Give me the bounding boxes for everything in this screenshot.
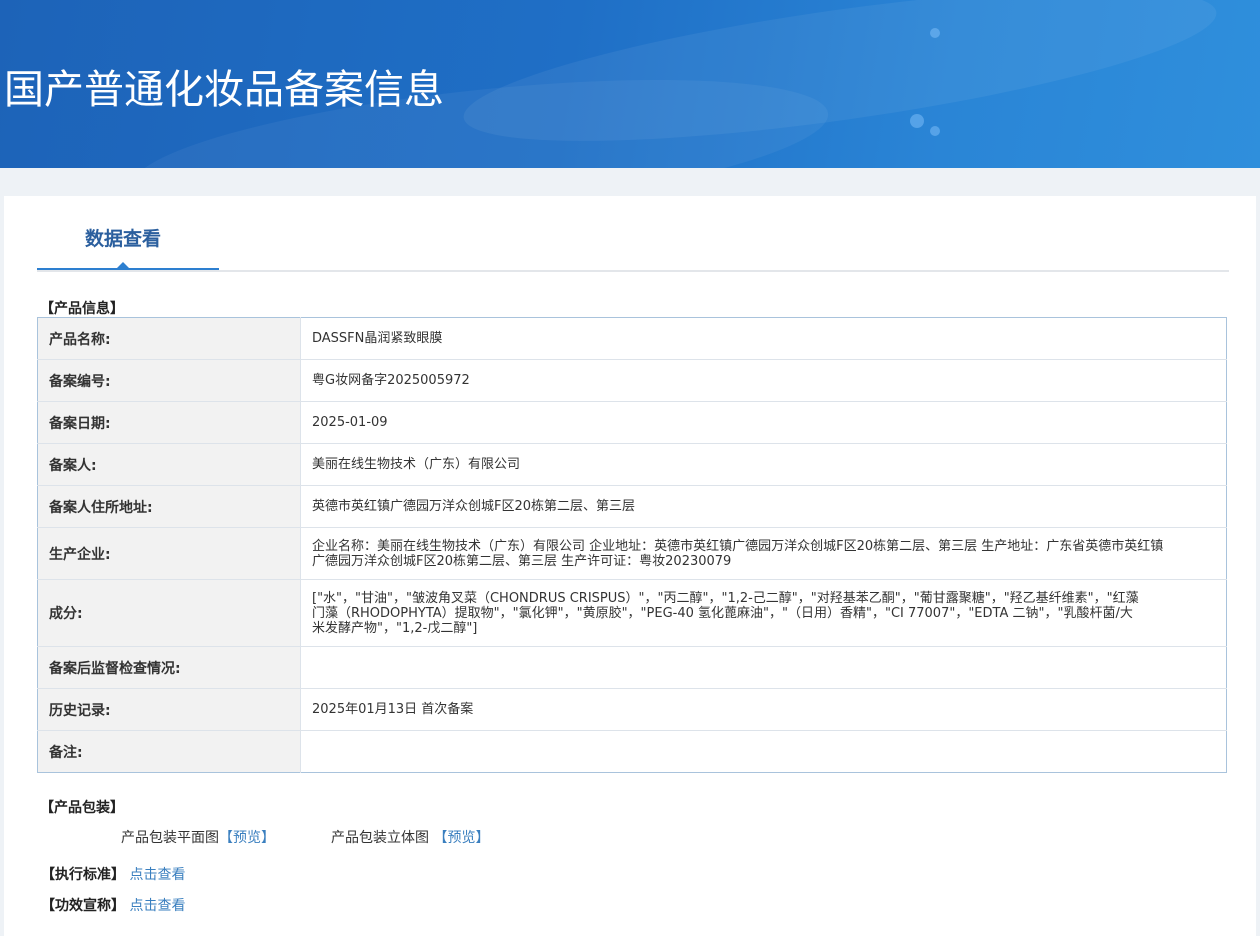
efficacy-label: 【功效宣称】 [41, 898, 125, 914]
row-value: 2025-01-09 [300, 401, 1227, 444]
content-panel: 数据查看 【产品信息】 产品名称: DASSFN晶润紧致眼膜 备案编号: 粤G妆… [4, 196, 1256, 936]
row-value [301, 731, 1227, 773]
table-row: 备案日期: 2025-01-09 [37, 401, 1227, 444]
product-info-table: 产品名称: DASSFN晶润紧致眼膜 备案编号: 粤G妆网备字202500597… [37, 317, 1227, 773]
row-key: 备注: [37, 730, 301, 773]
page-title: 国产普通化妆品备案信息 [4, 67, 444, 113]
row-value: 粤G妆网备字2025005972 [300, 359, 1227, 402]
row-value: DASSFN晶润紧致眼膜 [300, 317, 1227, 360]
table-row: 备案后监督检查情况: [37, 646, 1227, 689]
row-value: 企业名称：美丽在线生物技术（广东）有限公司 企业地址：英德市英红镇广德园万洋众创… [300, 527, 1227, 580]
efficacy-view-link[interactable]: 点击查看 [129, 898, 185, 914]
header-banner: 国产普通化妆品备案信息 [0, 0, 1260, 168]
table-row: 备案人: 美丽在线生物技术（广东）有限公司 [37, 443, 1227, 486]
packaging-flat-label: 产品包装平面图 [121, 830, 219, 846]
tab-data-view[interactable]: 数据查看 [37, 196, 219, 270]
standard-label: 【执行标准】 [41, 867, 125, 883]
row-key: 备案编号: [37, 359, 301, 402]
table-row: 备注: [37, 730, 1227, 773]
banner-dot [930, 28, 940, 38]
row-key: 备案日期: [37, 401, 301, 444]
table-row: 产品名称: DASSFN晶润紧致眼膜 [37, 317, 1227, 360]
table-row: 备案人住所地址: 英德市英红镇广德园万洋众创城F区20栋第二层、第三层 [37, 485, 1227, 528]
tab-caret-icon [117, 262, 129, 268]
product-info-label: 【产品信息】 [40, 301, 124, 317]
table-row: 成分: ["水"，"甘油"，"皱波角叉菜（CHONDRUS CRISPUS）"，… [37, 579, 1227, 647]
packaging-flat: 产品包装平面图【预览】 [121, 827, 275, 847]
row-value: 2025年01月13日 首次备案 [300, 688, 1227, 731]
row-value [300, 646, 1227, 689]
row-key: 成分: [37, 579, 301, 647]
table-row: 生产企业: 企业名称：美丽在线生物技术（广东）有限公司 企业地址：英德市英红镇广… [37, 527, 1227, 580]
efficacy-row: 【功效宣称】 点击查看 [41, 895, 185, 915]
row-value: ["水"，"甘油"，"皱波角叉菜（CHONDRUS CRISPUS）"，"丙二醇… [300, 579, 1227, 647]
banner-dot [910, 114, 924, 128]
packaging-solid-preview-link[interactable]: 【预览】 [433, 830, 489, 846]
standard-row: 【执行标准】 点击查看 [41, 864, 185, 884]
row-key: 历史记录: [37, 688, 301, 731]
packaging-flat-preview-link[interactable]: 【预览】 [219, 830, 275, 846]
row-key: 生产企业: [37, 527, 301, 580]
row-key: 产品名称: [37, 317, 301, 360]
table-row: 备案编号: 粤G妆网备字2025005972 [37, 359, 1227, 402]
table-row: 历史记录: 2025年01月13日 首次备案 [37, 688, 1227, 731]
standard-view-link[interactable]: 点击查看 [129, 867, 185, 883]
packaging-solid-label: 产品包装立体图 [331, 830, 429, 846]
packaging-label: 【产品包装】 [40, 800, 124, 816]
tab-label: 数据查看 [85, 228, 162, 250]
row-key: 备案人住所地址: [37, 485, 301, 528]
row-key: 备案后监督检查情况: [37, 646, 301, 689]
packaging-solid: 产品包装立体图 【预览】 [331, 827, 489, 847]
tab-bar: 数据查看 [37, 196, 1229, 272]
row-key: 备案人: [37, 443, 301, 486]
banner-dot [930, 126, 940, 136]
row-value: 英德市英红镇广德园万洋众创城F区20栋第二层、第三层 [300, 485, 1227, 528]
row-value: 美丽在线生物技术（广东）有限公司 [300, 443, 1227, 486]
